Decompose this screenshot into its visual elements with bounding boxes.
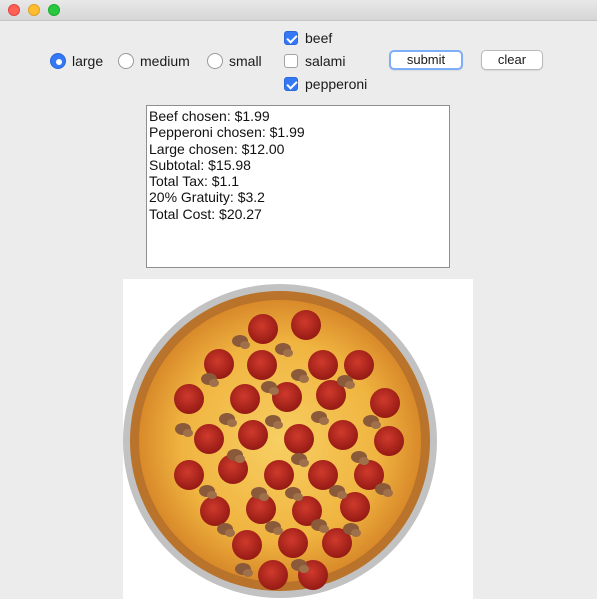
pepperoni-slice [328, 420, 358, 450]
pizza-image [123, 284, 437, 598]
receipt-text-area[interactable]: Beef chosen: $1.99 Pepperoni chosen: $1.… [146, 105, 450, 268]
pepperoni-slice [232, 530, 262, 560]
size-label-large: large [72, 53, 104, 69]
pizza-image-panel [123, 279, 473, 599]
minimize-window-button[interactable] [28, 4, 40, 16]
pepperoni-slice [238, 420, 268, 450]
pepperoni-slice [194, 424, 224, 454]
size-label-medium: medium [140, 53, 190, 69]
pepperoni-slice [264, 460, 294, 490]
pepperoni-slice [230, 384, 260, 414]
pepperoni-slice [174, 460, 204, 490]
topping-label-salami: salami [305, 53, 346, 69]
checkbox-indicator[interactable] [284, 54, 298, 68]
topping-checkbox-beef[interactable]: beef [284, 29, 332, 47]
topping-label-pepperoni: pepperoni [305, 76, 368, 92]
pepperoni-slice [258, 560, 288, 590]
pepperoni-slice [344, 350, 374, 380]
pepperoni-slice [284, 424, 314, 454]
radio-indicator[interactable] [50, 53, 66, 69]
pepperoni-slice [308, 350, 338, 380]
radio-indicator[interactable] [207, 53, 223, 69]
size-radio-small[interactable]: small [207, 52, 262, 70]
pepperoni-slice [374, 426, 404, 456]
size-radio-medium[interactable]: medium [118, 52, 190, 70]
radio-indicator[interactable] [118, 53, 134, 69]
receipt-line: Total Tax: $1.1 [149, 173, 240, 190]
pepperoni-slice [174, 384, 204, 414]
pepperoni-slice [308, 460, 338, 490]
pepperoni-slice [291, 310, 321, 340]
pepperoni-slice [248, 314, 278, 344]
window-titlebar [0, 0, 597, 21]
receipt-line: Large chosen: $12.00 [149, 140, 285, 157]
topping-checkbox-pepperoni[interactable]: pepperoni [284, 75, 367, 93]
topping-label-beef: beef [305, 30, 333, 46]
pepperoni-slice [200, 496, 230, 526]
size-label-small: small [229, 53, 262, 69]
receipt-line: 20% Gratuity: $3.2 [149, 189, 265, 206]
pepperoni-slice [370, 388, 400, 418]
clear-button[interactable]: clear [481, 50, 543, 70]
submit-button[interactable]: submit [389, 50, 463, 70]
pepperoni-slice [247, 350, 277, 380]
size-radio-large[interactable]: large [50, 52, 103, 70]
receipt-line: Beef chosen: $1.99 [149, 108, 270, 124]
receipt-line: Pepperoni chosen: $1.99 [149, 124, 305, 141]
receipt-line: Total Cost: $20.27 [149, 205, 262, 222]
checkbox-indicator[interactable] [284, 77, 298, 91]
topping-checkbox-salami[interactable]: salami [284, 52, 345, 70]
close-window-button[interactable] [8, 4, 20, 16]
checkbox-indicator[interactable] [284, 31, 298, 45]
receipt-line: Subtotal: $15.98 [149, 156, 251, 173]
maximize-window-button[interactable] [48, 4, 60, 16]
